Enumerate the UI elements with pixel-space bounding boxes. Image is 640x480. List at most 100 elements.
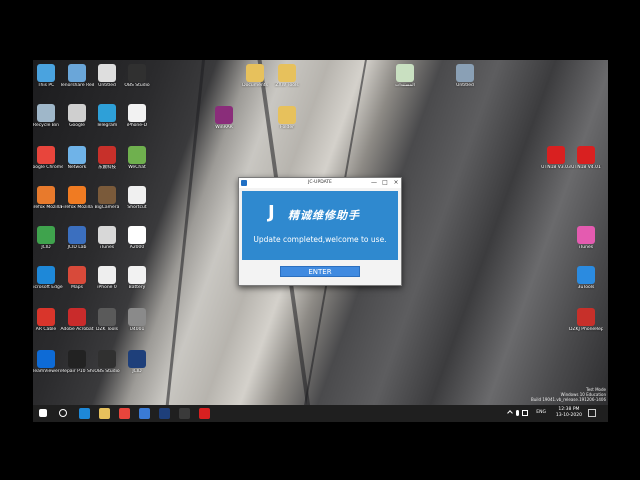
dialog-titlebar[interactable]: JC-UPDATE — □ × — [239, 178, 401, 188]
desktop-icon[interactable]: Folder — [270, 106, 304, 130]
desktop-icon-label: iRepair P10 Shortcut — [60, 369, 94, 374]
system-tray-icons[interactable] — [507, 409, 530, 417]
search-icon[interactable] — [59, 409, 67, 417]
desktop-icon[interactable]: JCID — [33, 226, 63, 250]
desktop-icon[interactable]: WinRAR — [207, 106, 241, 130]
desktop-icon-label: 东震科技 — [98, 165, 116, 170]
desktop-icon[interactable]: Shortcut — [120, 186, 154, 210]
network-icon[interactable] — [522, 410, 528, 416]
desktop-shortcut-icon — [68, 226, 86, 244]
desktop-icon[interactable]: OBS Studio — [90, 350, 124, 374]
desktop-shortcut-icon — [577, 266, 595, 284]
desktop-icon[interactable]: OBS Studio — [120, 64, 154, 88]
desktop-icon[interactable]: Maps — [60, 266, 94, 290]
desktop-icon[interactable]: JCID Lab — [60, 226, 94, 250]
desktop-icon-label: Google — [69, 123, 85, 128]
desktop-icon[interactable]: AR Cable — [33, 308, 63, 332]
desktop-icon[interactable]: Untitled — [448, 64, 482, 88]
obs-icon[interactable] — [179, 408, 190, 419]
dialog-banner: J 精诚维修助手 Update completed,welcome to use… — [242, 191, 398, 260]
desktop-shortcut-icon — [98, 308, 116, 326]
microphone-icon[interactable] — [516, 410, 519, 416]
minimize-button[interactable]: — — [369, 178, 379, 188]
app-red-icon[interactable] — [199, 408, 210, 419]
desktop-icon[interactable]: iPhone-D — [120, 104, 154, 128]
desktop-icon-label: Battery — [128, 285, 146, 290]
maximize-button[interactable]: □ — [380, 178, 390, 188]
desktop-icon[interactable]: U4001 — [120, 308, 154, 332]
desktop-icon[interactable]: Google Chrome — [33, 146, 63, 170]
desktop-icon[interactable]: iTunes — [90, 226, 124, 250]
desktop-shortcut-icon — [215, 106, 233, 124]
desktop-icon[interactable]: DZK Tools — [90, 308, 124, 332]
desktop-icon[interactable]: Network — [60, 146, 94, 170]
desktop-icon-label: Untitled — [456, 83, 474, 88]
edge-icon[interactable] — [79, 408, 90, 419]
enter-button[interactable]: ENTER — [280, 266, 360, 277]
desktop-icon-label: المستندات — [395, 83, 415, 88]
desktop-icon-label: iPhone-D — [126, 123, 148, 128]
desktop-shortcut-icon — [98, 186, 116, 204]
desktop-shortcut-icon — [128, 104, 146, 122]
desktop-icon[interactable]: A2000 — [120, 226, 154, 250]
desktop-icon-label: Microsoft Edge — [33, 285, 63, 290]
desktop-icon[interactable]: Firefox Mozilla — [33, 186, 63, 210]
store-icon[interactable] — [139, 408, 150, 419]
language-indicator[interactable]: ENG — [536, 410, 546, 415]
desktop-icon[interactable]: Adobe Acrobat — [60, 308, 94, 332]
start-icon[interactable] — [39, 409, 47, 417]
desktop-icon[interactable]: Telegram — [90, 104, 124, 128]
explorer-icon[interactable] — [99, 408, 110, 419]
desktop-shortcut-icon — [68, 308, 86, 326]
desktop-icon[interactable]: This PC — [33, 64, 63, 88]
desktop-shortcut-icon — [278, 106, 296, 124]
desktop-shortcut-icon — [128, 308, 146, 326]
notification-icon[interactable] — [588, 409, 596, 417]
desktop-icon[interactable]: UTN18 V3.03 — [539, 146, 573, 170]
desktop-icon[interactable]: المستندات — [388, 64, 422, 88]
desktop-icon[interactable]: BigCamera — [90, 186, 124, 210]
desktop-icon[interactable]: Microsoft Edge — [33, 266, 63, 290]
taskbar-clock[interactable]: 12:38 PM 13-10-2020 — [556, 407, 582, 419]
desktop-icon[interactable]: Firefox Mozilla — [60, 186, 94, 210]
desktop-shortcut-icon — [98, 226, 116, 244]
desktop-icon[interactable]: UTN18 V4.01 — [569, 146, 603, 170]
desktop-shortcut-icon — [37, 266, 55, 284]
desktop-shortcut-icon — [68, 350, 86, 368]
desktop-icon-label: U4001 — [129, 327, 145, 332]
desktop-icon[interactable]: iRepair P10 Shortcut — [60, 350, 94, 374]
desktop-icon[interactable]: Google — [60, 104, 94, 128]
desktop-icon[interactable]: 东震科技 — [90, 146, 124, 170]
desktop-icon[interactable]: iPhone 0 — [90, 266, 124, 290]
desktop-icon-label: TeamViewer — [33, 369, 60, 374]
desktop-shortcut-icon — [68, 104, 86, 122]
desktop-shortcut-icon — [98, 104, 116, 122]
desktop-shortcut-icon — [128, 64, 146, 82]
desktop-icon[interactable]: Tenorshare ReiBoot — [60, 64, 94, 88]
desktop-shortcut-icon — [37, 226, 55, 244]
desktop-icon[interactable]: Recycle Bin — [33, 104, 63, 128]
desktop-icon[interactable]: ZXW Tools — [270, 64, 304, 88]
desktop-icon[interactable]: TeamViewer — [33, 350, 63, 374]
desktop-icon[interactable]: Battery — [120, 266, 154, 290]
desktop-icon[interactable]: Documents — [238, 64, 272, 88]
desktop-icon-label: Folder — [280, 125, 294, 130]
desktop-icon-label: Shortcut — [127, 205, 147, 210]
desktop-shortcut-icon — [577, 226, 595, 244]
desktop-icon[interactable]: 3uTools — [569, 266, 603, 290]
desktop-icon[interactable]: JCID — [120, 350, 154, 374]
close-button[interactable]: × — [391, 178, 401, 188]
desktop-icon-label: Maps — [71, 285, 83, 290]
chrome-icon[interactable] — [119, 408, 130, 419]
desktop-icon-label: Untitled — [98, 83, 116, 88]
desktop-icon[interactable]: Untitled — [90, 64, 124, 88]
desktop-icon[interactable]: iTunes — [569, 226, 603, 250]
chevron-up-icon[interactable] — [507, 410, 513, 416]
jcid-icon[interactable] — [159, 408, 170, 419]
jcid-logo-icon: J — [268, 202, 275, 223]
desktop-icon-label: DZKJ PhoneRepair — [569, 327, 603, 332]
desktop-icon[interactable]: WeChat — [120, 146, 154, 170]
desktop-icon[interactable]: DZKJ PhoneRepair — [569, 308, 603, 332]
desktop-shortcut-icon — [547, 146, 565, 164]
desktop-icon-label: UTN18 V3.03 — [541, 165, 571, 170]
